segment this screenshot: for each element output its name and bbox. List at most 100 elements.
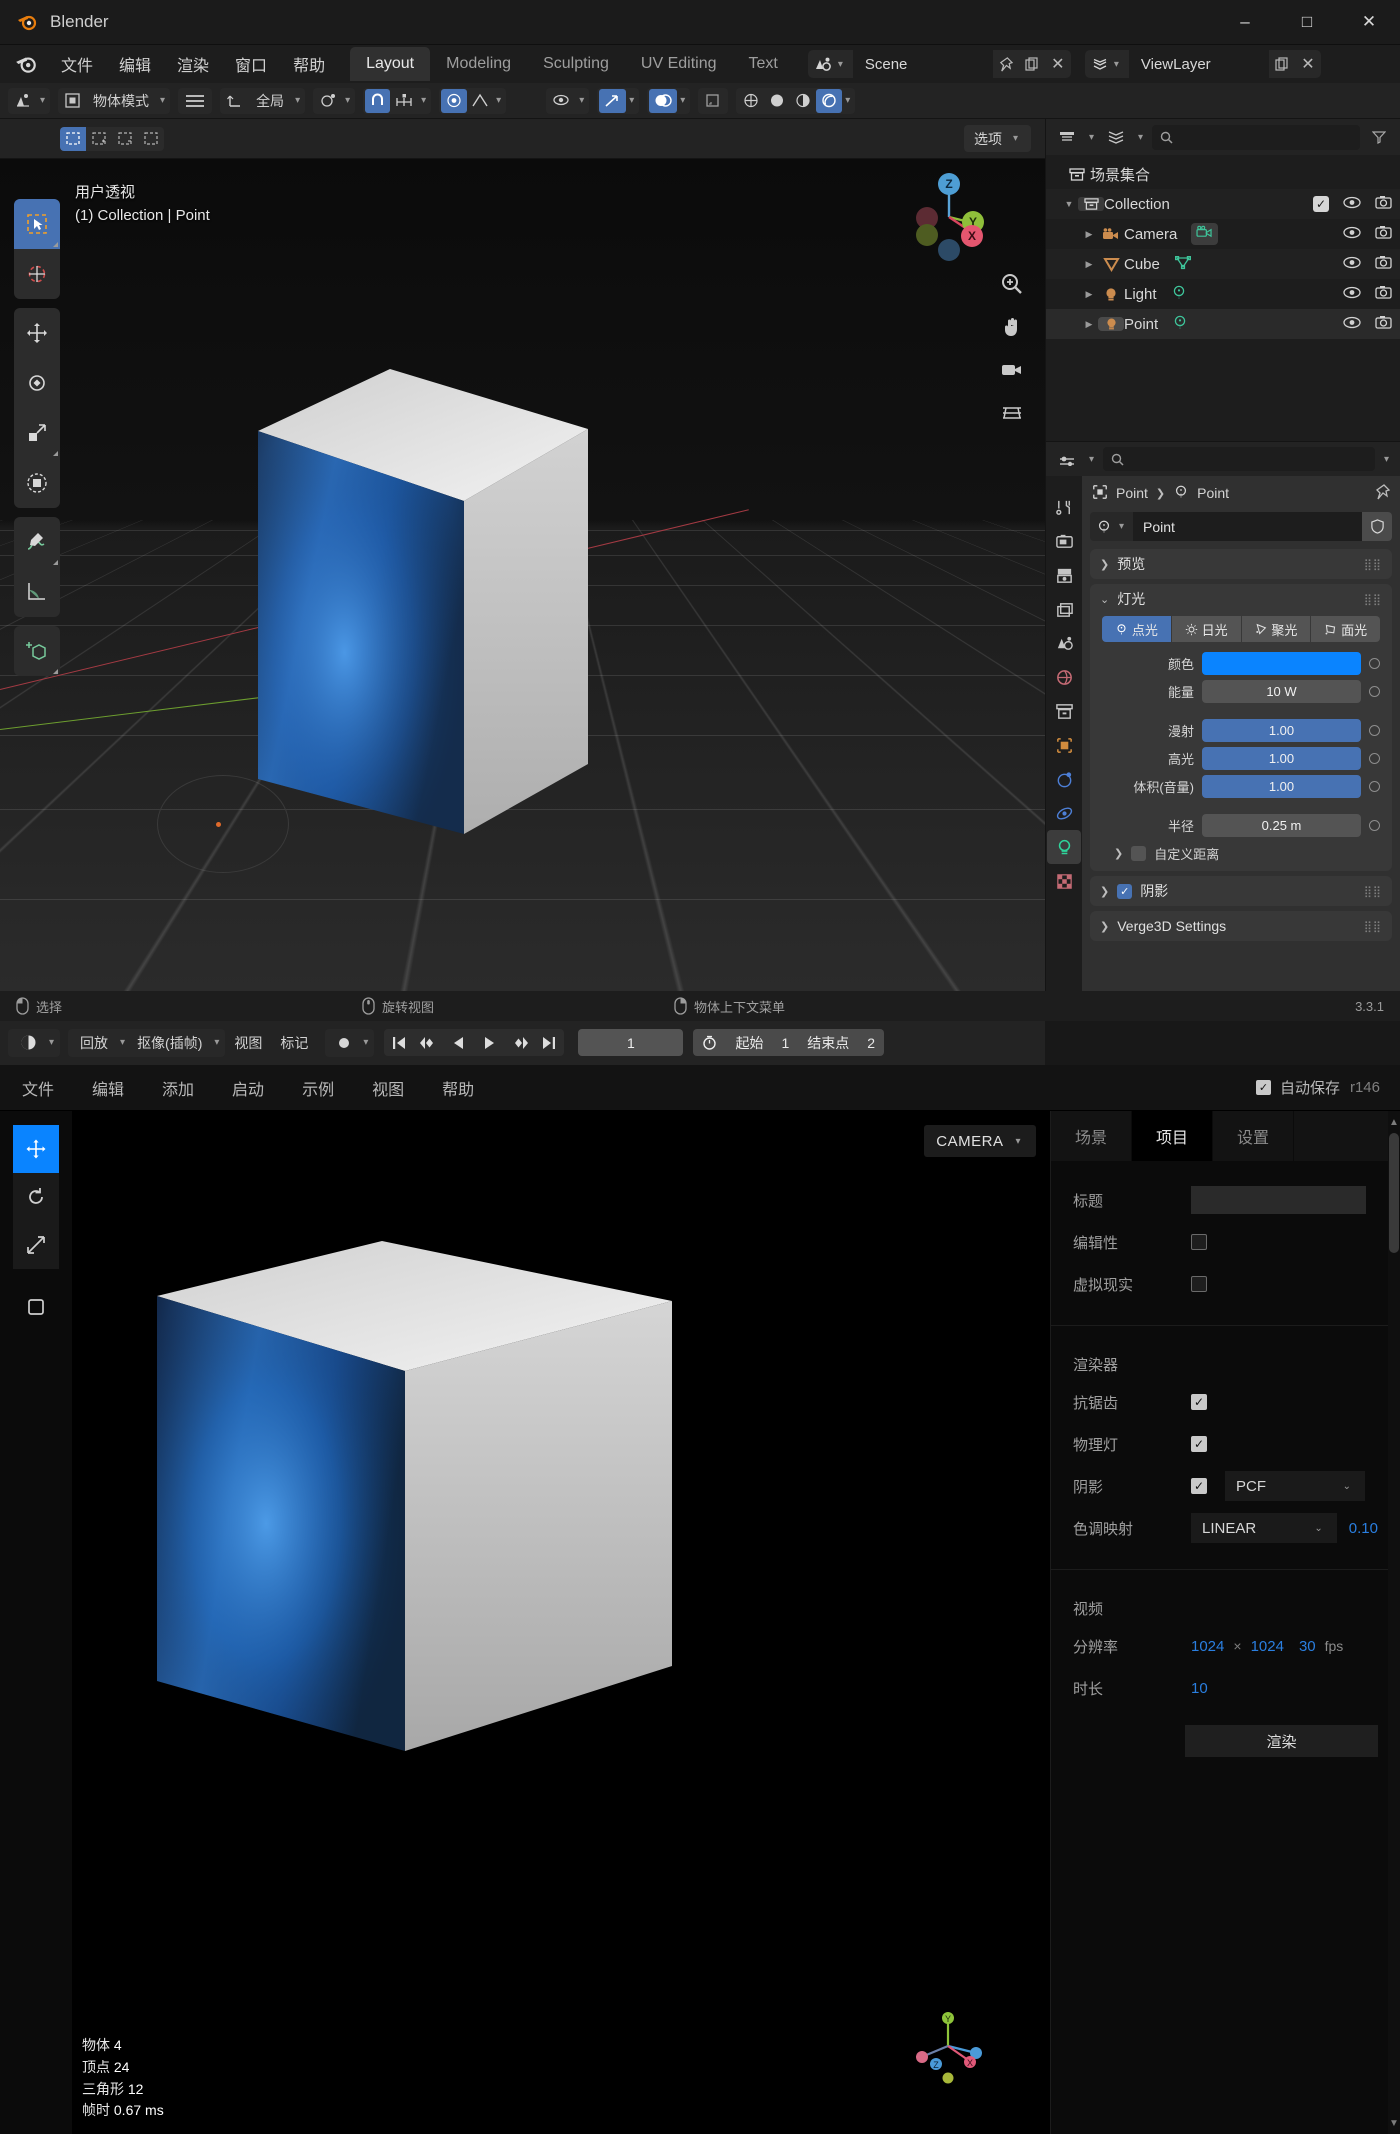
select-invert-icon[interactable] xyxy=(138,127,164,151)
transform-orientation-group[interactable]: 全局 ▾ xyxy=(220,88,305,114)
light-render-icon[interactable] xyxy=(1375,285,1392,303)
video-fps-value[interactable]: 30 xyxy=(1299,1638,1316,1655)
tab-object-data[interactable] xyxy=(1047,830,1081,864)
light-energy-animate-dot-icon[interactable] xyxy=(1369,686,1380,697)
panel-preview[interactable]: ❯ 预览 ⣿⣿ xyxy=(1090,549,1392,579)
viewport-3d[interactable]: 用户透视 (1) Collection | Point Z Y X xyxy=(0,159,1045,1019)
light-data-name-field[interactable]: Point xyxy=(1133,512,1362,541)
cube-eye-icon[interactable] xyxy=(1343,256,1361,273)
properties-pin-icon[interactable] xyxy=(1374,484,1390,503)
overlays-icon[interactable] xyxy=(649,89,677,113)
outliner-row-camera[interactable]: ▶ Camera xyxy=(1046,219,1400,249)
renderer-tonemap-select[interactable]: LINEAR ⌄ xyxy=(1191,1513,1337,1543)
snap-target-icon[interactable] xyxy=(390,89,418,113)
v3d-tool-bounding-box[interactable] xyxy=(13,1283,59,1331)
view-layer-browse-icon[interactable]: ▾ xyxy=(1085,50,1129,78)
v3d-menu-edit[interactable]: 编辑 xyxy=(76,1070,140,1106)
custom-distance-row[interactable]: ❯ 自定义距离 xyxy=(1090,840,1392,871)
light-color-swatch[interactable] xyxy=(1202,652,1361,675)
view-layer-selector[interactable]: ▾ ViewLayer ✕ xyxy=(1085,50,1321,78)
renderer-physical-light-checkbox[interactable]: ✓ xyxy=(1191,1436,1207,1452)
point-data-icon[interactable] xyxy=(1172,315,1188,334)
tool-move[interactable] xyxy=(14,308,60,358)
light-volume-animate-dot-icon[interactable] xyxy=(1369,781,1380,792)
rendered-shading-icon[interactable] xyxy=(816,89,842,113)
camera-view-icon[interactable] xyxy=(997,355,1027,385)
video-duration-value[interactable]: 10 xyxy=(1191,1680,1208,1697)
point-expand-triangle-icon[interactable]: ▶ xyxy=(1080,319,1098,330)
timeline-keying-menu[interactable]: 抠像(插帧) xyxy=(128,1030,211,1056)
object-mode-group[interactable]: 物体模式 ▾ xyxy=(58,88,170,114)
pan-hand-icon[interactable] xyxy=(997,312,1027,342)
jump-end-icon[interactable] xyxy=(534,1029,564,1056)
minimize-button[interactable]: – xyxy=(1214,0,1276,45)
gizmo-icon[interactable] xyxy=(599,89,626,113)
light-specular-value[interactable]: 1.00 xyxy=(1202,747,1361,770)
editor-type-group[interactable]: ▾ xyxy=(8,88,50,114)
v3d-tab-settings[interactable]: 设置 xyxy=(1213,1111,1294,1161)
scene-selector[interactable]: ▾ Scene ✕ xyxy=(808,50,1071,78)
gizmo-axis-x[interactable]: X xyxy=(961,225,983,247)
v3d-tab-project[interactable]: 项目 xyxy=(1132,1111,1213,1161)
tab-layout[interactable]: Layout xyxy=(350,47,430,81)
scroll-up-arrow-icon[interactable]: ▲ xyxy=(1388,1113,1400,1131)
tool-annotate[interactable] xyxy=(14,517,60,567)
material-preview-icon[interactable] xyxy=(790,89,816,113)
v3d-menu-view[interactable]: 视图 xyxy=(356,1070,420,1106)
play-icon[interactable] xyxy=(474,1029,504,1056)
jump-start-icon[interactable] xyxy=(384,1029,414,1056)
verge3d-viewport[interactable]: CAMERA ▾ Y Z X 物体 4 顶点 24 三角形 12 帧时 0.67… xyxy=(72,1111,1050,2134)
light-diffuse-value[interactable]: 1.00 xyxy=(1202,719,1361,742)
proportional-edit-group[interactable]: ▾ xyxy=(439,88,506,114)
proportional-edit-icon[interactable] xyxy=(441,89,467,113)
close-button[interactable]: ✕ xyxy=(1338,0,1400,45)
pivot-point-group[interactable]: ▾ xyxy=(313,88,355,114)
timeline-editor-icon[interactable] xyxy=(11,1030,46,1056)
outliner-row-scene-collection[interactable]: 场景集合 xyxy=(1046,159,1400,189)
snap-group[interactable]: ▾ xyxy=(363,88,431,114)
light-type-point[interactable]: 点光 xyxy=(1102,616,1171,642)
render-button[interactable]: 渲染 xyxy=(1185,1725,1378,1757)
tool-measure[interactable] xyxy=(14,567,60,617)
light-specular-animate-dot-icon[interactable] xyxy=(1369,753,1380,764)
properties-search-field[interactable] xyxy=(1103,447,1375,471)
new-scene-icon[interactable] xyxy=(1019,51,1045,77)
light-color-animate-dot-icon[interactable] xyxy=(1369,658,1380,669)
outliner-row-point[interactable]: ▶ Point xyxy=(1046,309,1400,339)
outliner-row-collection[interactable]: ▼ Collection ✓ xyxy=(1046,189,1400,219)
custom-distance-checkbox[interactable] xyxy=(1131,846,1146,861)
renderer-shadow-type-select[interactable]: PCF ⌄ xyxy=(1225,1471,1365,1501)
gizmo-axis-z-neg[interactable] xyxy=(938,239,960,261)
zoom-icon[interactable] xyxy=(997,269,1027,299)
navigation-gizmo[interactable]: Z Y X xyxy=(913,173,985,245)
tab-collection[interactable] xyxy=(1047,694,1081,728)
point-eye-icon[interactable] xyxy=(1343,316,1361,333)
tab-modifiers[interactable] xyxy=(1047,762,1081,796)
outliner-row-light[interactable]: ▶ Light xyxy=(1046,279,1400,309)
breadcrumb-object-label[interactable]: Point xyxy=(1116,485,1148,501)
collection-camera-icon[interactable] xyxy=(1375,195,1392,213)
light-expand-triangle-icon[interactable]: ▶ xyxy=(1080,289,1098,300)
delete-scene-icon[interactable]: ✕ xyxy=(1045,51,1071,77)
light-radius-animate-dot-icon[interactable] xyxy=(1369,820,1380,831)
project-vr-checkbox[interactable] xyxy=(1191,1276,1207,1292)
new-view-layer-icon[interactable] xyxy=(1269,51,1295,77)
outliner-display-mode-icon[interactable] xyxy=(1103,124,1129,150)
outliner-editor-type-icon[interactable] xyxy=(1054,124,1080,150)
panel-verge3d-header[interactable]: ❯ Verge3D Settings ⣿⣿ xyxy=(1090,911,1392,941)
collection-enable-checkbox[interactable]: ✓ xyxy=(1313,196,1329,212)
menu-window[interactable]: 窗口 xyxy=(222,47,280,81)
panel-shadow-header[interactable]: ❯ ✓ 阴影 ⣿⣿ xyxy=(1090,876,1392,906)
timeline-view-menu[interactable]: 视图 xyxy=(225,1030,271,1056)
light-data-browse-button[interactable]: ▾ xyxy=(1090,512,1133,541)
cube-render-icon[interactable] xyxy=(1375,255,1392,273)
tab-tool[interactable] xyxy=(1047,490,1081,524)
autosave-toggle[interactable]: ✓ 自动保存 xyxy=(1256,1077,1340,1098)
viewport-options-button[interactable]: 选项 ▾ xyxy=(964,125,1031,152)
frame-start-value[interactable]: 1 xyxy=(772,1035,798,1051)
tab-text[interactable]: Text xyxy=(732,47,793,81)
light-eye-icon[interactable] xyxy=(1343,286,1361,303)
verge3d-axis-gizmo[interactable]: Y Z X xyxy=(910,2004,990,2084)
v3d-menu-file[interactable]: 文件 xyxy=(6,1070,70,1106)
maximize-button[interactable]: □ xyxy=(1276,0,1338,45)
